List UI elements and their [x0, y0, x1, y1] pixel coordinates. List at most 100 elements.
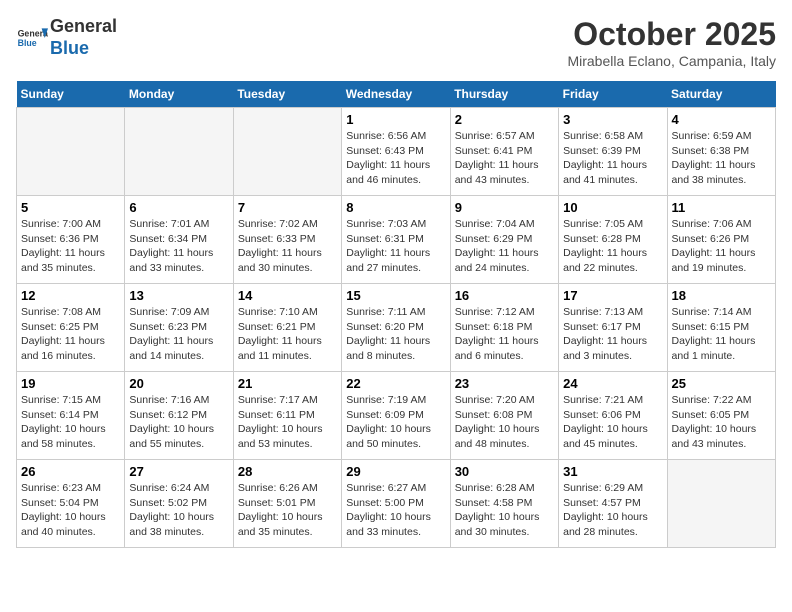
calendar-cell: 18 Sunrise: 7:14 AM Sunset: 6:15 PM Dayli…	[667, 284, 775, 372]
calendar-cell	[17, 108, 125, 196]
day-info: Sunrise: 6:58 AM Sunset: 6:39 PM Dayligh…	[563, 129, 662, 188]
day-info: Sunrise: 7:17 AM Sunset: 6:11 PM Dayligh…	[238, 393, 337, 452]
title-block: October 2025 Mirabella Eclano, Campania,…	[567, 16, 776, 69]
day-header-saturday: Saturday	[667, 81, 775, 108]
calendar-cell: 4 Sunrise: 6:59 AM Sunset: 6:38 PM Daylig…	[667, 108, 775, 196]
day-number: 29	[346, 464, 445, 479]
svg-text:Blue: Blue	[18, 38, 37, 48]
day-info: Sunrise: 7:14 AM Sunset: 6:15 PM Dayligh…	[672, 305, 771, 364]
day-number: 23	[455, 376, 554, 391]
calendar-cell: 20Sunrise: 7:16 AM Sunset: 6:12 PM Dayli…	[125, 372, 233, 460]
week-row-5: 26 Sunrise: 6:23 AM Sunset: 5:04 PM Dayli…	[17, 460, 776, 548]
day-info: Sunrise: 7:04 AM Sunset: 6:29 PM Dayligh…	[455, 217, 554, 276]
day-number: 4	[672, 112, 771, 127]
day-info: Sunrise: 6:26 AM Sunset: 5:01 PM Dayligh…	[238, 481, 337, 540]
day-info: Sunrise: 7:08 AM Sunset: 6:25 PM Dayligh…	[21, 305, 120, 364]
calendar-cell: 27 Sunrise: 6:24 AM Sunset: 5:02 PM Dayli…	[125, 460, 233, 548]
day-info: Sunrise: 6:56 AM Sunset: 6:43 PM Dayligh…	[346, 129, 445, 188]
day-number: 17	[563, 288, 662, 303]
day-header-tuesday: Tuesday	[233, 81, 341, 108]
day-info: Sunrise: 7:19 AM Sunset: 6:09 PM Dayligh…	[346, 393, 445, 452]
day-info: Sunrise: 6:24 AM Sunset: 5:02 PM Dayligh…	[129, 481, 228, 540]
day-number: 27	[129, 464, 228, 479]
day-info: Sunrise: 7:15 AM Sunset: 6:14 PM Dayligh…	[21, 393, 120, 452]
day-number: 9	[455, 200, 554, 215]
day-header-wednesday: Wednesday	[342, 81, 450, 108]
day-info: Sunrise: 7:06 AM Sunset: 6:26 PM Dayligh…	[672, 217, 771, 276]
calendar-cell: 17 Sunrise: 7:13 AM Sunset: 6:17 PM Dayli…	[559, 284, 667, 372]
day-info: Sunrise: 7:03 AM Sunset: 6:31 PM Dayligh…	[346, 217, 445, 276]
day-number: 7	[238, 200, 337, 215]
week-row-1: 1 Sunrise: 6:56 AM Sunset: 6:43 PM Daylig…	[17, 108, 776, 196]
week-row-3: 12 Sunrise: 7:08 AM Sunset: 6:25 PM Dayli…	[17, 284, 776, 372]
calendar-cell: 29 Sunrise: 6:27 AM Sunset: 5:00 PM Dayli…	[342, 460, 450, 548]
day-number: 10	[563, 200, 662, 215]
day-info: Sunrise: 7:05 AM Sunset: 6:28 PM Dayligh…	[563, 217, 662, 276]
calendar-cell: 11 Sunrise: 7:06 AM Sunset: 6:26 PM Dayli…	[667, 196, 775, 284]
day-number: 2	[455, 112, 554, 127]
calendar-cell: 6 Sunrise: 7:01 AM Sunset: 6:34 PM Daylig…	[125, 196, 233, 284]
day-info: Sunrise: 6:57 AM Sunset: 6:41 PM Dayligh…	[455, 129, 554, 188]
day-number: 24	[563, 376, 662, 391]
calendar-cell: 14Sunrise: 7:10 AM Sunset: 6:21 PM Dayli…	[233, 284, 341, 372]
week-row-2: 5 Sunrise: 7:00 AM Sunset: 6:36 PM Daylig…	[17, 196, 776, 284]
location: Mirabella Eclano, Campania, Italy	[567, 53, 776, 69]
day-info: Sunrise: 7:12 AM Sunset: 6:18 PM Dayligh…	[455, 305, 554, 364]
day-info: Sunrise: 6:23 AM Sunset: 5:04 PM Dayligh…	[21, 481, 120, 540]
day-number: 26	[21, 464, 120, 479]
calendar-cell: 30 Sunrise: 6:28 AM Sunset: 4:58 PM Dayli…	[450, 460, 558, 548]
calendar-cell: 28Sunrise: 6:26 AM Sunset: 5:01 PM Dayli…	[233, 460, 341, 548]
calendar-cell: 15 Sunrise: 7:11 AM Sunset: 6:20 PM Dayli…	[342, 284, 450, 372]
day-number: 14	[238, 288, 337, 303]
day-info: Sunrise: 7:21 AM Sunset: 6:06 PM Dayligh…	[563, 393, 662, 452]
day-number: 18	[672, 288, 771, 303]
day-header-monday: Monday	[125, 81, 233, 108]
day-info: Sunrise: 6:28 AM Sunset: 4:58 PM Dayligh…	[455, 481, 554, 540]
day-number: 21	[238, 376, 337, 391]
logo-text: General Blue	[50, 16, 117, 59]
day-number: 6	[129, 200, 228, 215]
day-number: 1	[346, 112, 445, 127]
calendar-cell	[125, 108, 233, 196]
calendar-cell: 23 Sunrise: 7:20 AM Sunset: 6:08 PM Dayli…	[450, 372, 558, 460]
day-info: Sunrise: 6:29 AM Sunset: 4:57 PM Dayligh…	[563, 481, 662, 540]
calendar-cell: 1 Sunrise: 6:56 AM Sunset: 6:43 PM Daylig…	[342, 108, 450, 196]
page-header: General Blue General Blue October 2025 M…	[16, 16, 776, 69]
week-row-4: 19 Sunrise: 7:15 AM Sunset: 6:14 PM Dayli…	[17, 372, 776, 460]
calendar-cell: 31 Sunrise: 6:29 AM Sunset: 4:57 PM Dayli…	[559, 460, 667, 548]
day-info: Sunrise: 6:27 AM Sunset: 5:00 PM Dayligh…	[346, 481, 445, 540]
day-info: Sunrise: 7:16 AM Sunset: 6:12 PM Dayligh…	[129, 393, 228, 452]
day-info: Sunrise: 7:00 AM Sunset: 6:36 PM Dayligh…	[21, 217, 120, 276]
day-info: Sunrise: 7:13 AM Sunset: 6:17 PM Dayligh…	[563, 305, 662, 364]
day-header-friday: Friday	[559, 81, 667, 108]
day-number: 11	[672, 200, 771, 215]
logo-icon: General Blue	[16, 22, 48, 54]
day-number: 30	[455, 464, 554, 479]
day-number: 12	[21, 288, 120, 303]
calendar-cell: 19 Sunrise: 7:15 AM Sunset: 6:14 PM Dayli…	[17, 372, 125, 460]
calendar-cell: 8Sunrise: 7:03 AM Sunset: 6:31 PM Daylig…	[342, 196, 450, 284]
day-number: 19	[21, 376, 120, 391]
calendar-cell: 3Sunrise: 6:58 AM Sunset: 6:39 PM Daylig…	[559, 108, 667, 196]
day-info: Sunrise: 7:09 AM Sunset: 6:23 PM Dayligh…	[129, 305, 228, 364]
logo: General Blue General Blue	[16, 16, 117, 59]
day-number: 22	[346, 376, 445, 391]
calendar-cell: 22 Sunrise: 7:19 AM Sunset: 6:09 PM Dayli…	[342, 372, 450, 460]
calendar-cell: 2 Sunrise: 6:57 AM Sunset: 6:41 PM Daylig…	[450, 108, 558, 196]
day-number: 15	[346, 288, 445, 303]
day-number: 31	[563, 464, 662, 479]
day-number: 13	[129, 288, 228, 303]
day-info: Sunrise: 7:20 AM Sunset: 6:08 PM Dayligh…	[455, 393, 554, 452]
calendar-cell: 9 Sunrise: 7:04 AM Sunset: 6:29 PM Daylig…	[450, 196, 558, 284]
calendar-cell: 12 Sunrise: 7:08 AM Sunset: 6:25 PM Dayli…	[17, 284, 125, 372]
calendar-cell: 5 Sunrise: 7:00 AM Sunset: 6:36 PM Daylig…	[17, 196, 125, 284]
calendar-cell: 26 Sunrise: 6:23 AM Sunset: 5:04 PM Dayli…	[17, 460, 125, 548]
calendar-cell: 10 Sunrise: 7:05 AM Sunset: 6:28 PM Dayli…	[559, 196, 667, 284]
day-info: Sunrise: 7:11 AM Sunset: 6:20 PM Dayligh…	[346, 305, 445, 364]
day-number: 5	[21, 200, 120, 215]
calendar-cell: 24 Sunrise: 7:21 AM Sunset: 6:06 PM Dayli…	[559, 372, 667, 460]
calendar-cell: 13 Sunrise: 7:09 AM Sunset: 6:23 PM Dayli…	[125, 284, 233, 372]
calendar-table: SundayMondayTuesdayWednesdayThursdayFrid…	[16, 81, 776, 548]
day-info: Sunrise: 6:59 AM Sunset: 6:38 PM Dayligh…	[672, 129, 771, 188]
day-info: Sunrise: 7:01 AM Sunset: 6:34 PM Dayligh…	[129, 217, 228, 276]
